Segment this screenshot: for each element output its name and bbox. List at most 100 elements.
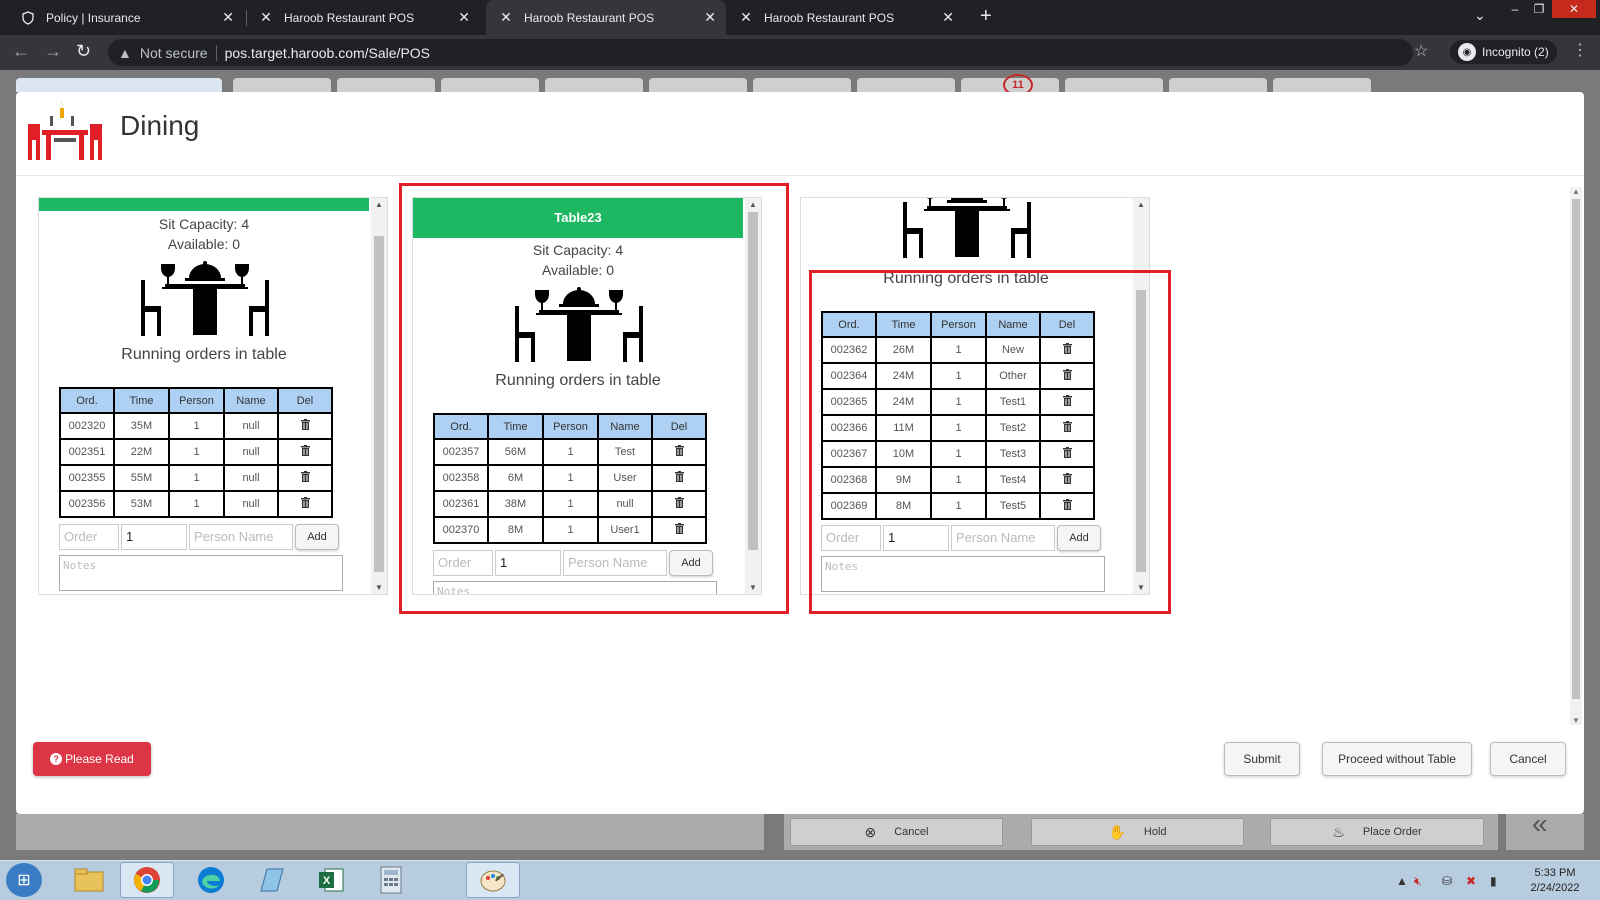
close-tab-icon[interactable]: ✕: [458, 9, 470, 26]
bg-cancel-label: Cancel: [894, 826, 929, 838]
close-tab-icon[interactable]: ✕: [704, 9, 716, 26]
bg-tab: [441, 78, 539, 92]
notes-textarea[interactable]: Notes: [59, 555, 343, 591]
close-tab-icon[interactable]: ✕: [942, 9, 954, 26]
file-explorer-icon[interactable]: [62, 862, 116, 898]
trash-icon[interactable]: [300, 471, 310, 482]
modal-scrollbar[interactable]: ▲ ▼: [1570, 187, 1582, 725]
browser-tab-bar: Policy | Insurance ✕ ✕ Haroob Restaurant…: [0, 0, 1600, 35]
cancel-button[interactable]: Cancel: [1490, 742, 1566, 776]
highlight-frame: [399, 183, 789, 614]
cell-order: 002355: [59, 464, 115, 492]
bottom-panel: [16, 814, 764, 850]
security-label[interactable]: Not secure: [140, 45, 208, 61]
col-del: Del: [277, 387, 333, 414]
calculator-icon[interactable]: [364, 862, 418, 898]
new-tab-icon[interactable]: +: [980, 5, 992, 28]
warning-icon[interactable]: ▲: [118, 45, 132, 61]
add-button[interactable]: Add: [295, 524, 339, 550]
incognito-icon: ◉: [1458, 43, 1476, 61]
paint-icon[interactable]: [466, 862, 520, 898]
x-logo-icon: ✕: [500, 9, 512, 25]
submit-button[interactable]: Submit: [1224, 742, 1300, 776]
available-count: Available: 0: [167, 236, 241, 252]
delete-cell: [277, 464, 333, 492]
bg-tab: [1169, 78, 1267, 92]
reload-icon[interactable]: ↻: [76, 41, 91, 62]
browser-tab-pos-2[interactable]: ✕ Haroob Restaurant POS ✕: [486, 0, 726, 35]
close-window-icon[interactable]: ✕: [1552, 0, 1596, 18]
trash-icon[interactable]: [300, 419, 310, 430]
trash-icon[interactable]: [300, 497, 310, 508]
browser-tab-pos-1[interactable]: ✕ Haroob Restaurant POS ✕: [246, 0, 480, 35]
bookmark-star-icon[interactable]: ☆: [1414, 41, 1428, 61]
col-time: Time: [113, 387, 170, 414]
browser-menu-icon[interactable]: ⋮: [1572, 40, 1588, 60]
card-scrollbar[interactable]: ▲ ▼: [371, 198, 387, 594]
forward-arrow-icon[interactable]: →: [44, 41, 62, 62]
cell-person: 1: [168, 490, 225, 518]
cell-order: 002351: [59, 438, 115, 466]
scroll-up-icon[interactable]: ▲: [1133, 200, 1149, 209]
chrome-icon[interactable]: [120, 862, 174, 898]
tab-title: Haroob Restaurant POS: [764, 10, 895, 25]
browser-tab-pos-3[interactable]: ✕ Haroob Restaurant POS ✕: [726, 0, 964, 35]
close-tab-icon[interactable]: ✕: [222, 9, 234, 26]
bg-tab: [1273, 78, 1371, 92]
bg-tab: [545, 78, 643, 92]
browser-tab-policy[interactable]: Policy | Insurance ✕: [8, 0, 244, 35]
scroll-up-icon[interactable]: ▲: [371, 200, 387, 209]
signal-icon[interactable]: ▮: [1490, 874, 1497, 888]
hand-icon: ✋: [1108, 823, 1126, 840]
incognito-badge[interactable]: ◉ Incognito (2): [1450, 40, 1557, 64]
tab-title: Haroob Restaurant POS: [524, 10, 655, 25]
minimize-icon[interactable]: –: [1504, 0, 1526, 18]
restore-icon[interactable]: ❐: [1528, 0, 1550, 18]
windows-taskbar: [0, 860, 1600, 900]
table-row[interactable]: 002355 55M 1 null: [59, 464, 333, 492]
url-text[interactable]: pos.target.haroob.com/Sale/POS: [225, 45, 430, 61]
tab-search-icon[interactable]: ⌄: [1474, 7, 1486, 24]
network-error-icon[interactable]: ✖: [1466, 874, 1476, 888]
notepad-icon[interactable]: [244, 862, 298, 898]
table-row[interactable]: 002351 22M 1 null: [59, 438, 333, 466]
bg-cancel-button[interactable]: ⊗ Cancel: [790, 818, 1003, 846]
order-input[interactable]: Order: [59, 524, 119, 550]
col-person: Person: [168, 387, 225, 414]
cell-person: 1: [168, 412, 225, 440]
table-row[interactable]: 002356 53M 1 null: [59, 490, 333, 518]
show-hidden-icons-icon[interactable]: ▲: [1396, 874, 1408, 888]
proceed-without-table-button[interactable]: Proceed without Table: [1322, 742, 1472, 776]
please-read-button[interactable]: ? Please Read: [33, 742, 151, 776]
scroll-down-icon[interactable]: ▼: [371, 583, 387, 592]
bg-tab: [16, 78, 222, 92]
taskbar-clock[interactable]: 5:33 PM 2/24/2022: [1520, 866, 1590, 896]
edge-icon[interactable]: [184, 862, 238, 898]
bg-place-order-label: Place Order: [1362, 826, 1422, 838]
address-bar: ← → ↻ ▲ Not secure pos.target.haroob.com…: [0, 35, 1600, 70]
bg-hold-button[interactable]: ✋ Hold: [1031, 818, 1244, 846]
person-name-input[interactable]: Person Name: [189, 524, 293, 550]
x-logo-icon: ✕: [740, 9, 752, 25]
dining-table-logo-icon: [28, 102, 102, 160]
url-input[interactable]: ▲ Not secure pos.target.haroob.com/Sale/…: [108, 39, 1413, 66]
usb-device-icon[interactable]: ⛁: [1442, 874, 1452, 888]
back-arrow-icon[interactable]: ←: [12, 41, 30, 62]
person-count-input[interactable]: 1: [121, 524, 187, 550]
dining-table-icon[interactable]: [139, 258, 271, 336]
dining-modal: Dining ▲ ▼ Sit Capacity: 4 Available: 0: [16, 92, 1584, 814]
cancel-circle-icon: ⊗: [864, 823, 877, 840]
tab-title: Haroob Restaurant POS: [284, 10, 415, 25]
dining-table-icon[interactable]: [901, 198, 1033, 258]
cell-name: null: [223, 438, 279, 466]
excel-icon[interactable]: X: [304, 862, 358, 898]
bg-place-order-button[interactable]: ♨ Place Order: [1270, 818, 1484, 846]
cell-time: 22M: [113, 438, 170, 466]
table-row[interactable]: 002320 35M 1 null: [59, 412, 333, 440]
bg-tab: [753, 78, 851, 92]
windows-start-icon[interactable]: ⊞: [6, 863, 42, 897]
volume-muted-icon[interactable]: 🔇︎: [1414, 874, 1422, 889]
table-header-bar[interactable]: [39, 198, 369, 211]
cell-name: null: [223, 464, 279, 492]
trash-icon[interactable]: [300, 445, 310, 456]
